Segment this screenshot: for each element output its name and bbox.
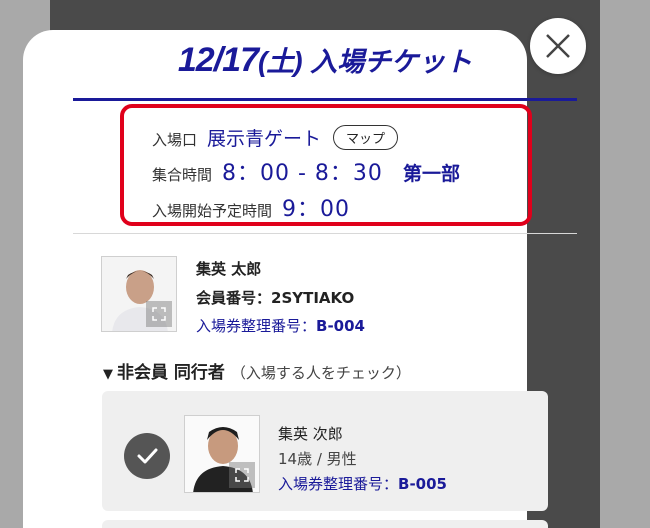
companion-ticket-label: 入場券整理番号： <box>278 475 399 493</box>
meet-time-row: 集合時間 8：00 - 8：30 第一部 <box>152 155 460 187</box>
companion-detail: 14歳 / 男性 <box>278 450 357 468</box>
date-weekday: (土) <box>257 46 303 77</box>
companion-name: 集英 次郎 <box>278 425 343 443</box>
collapse-triangle-icon: ▼ <box>103 367 113 382</box>
companion-detail-row: 14歳 / 男性 <box>278 448 357 469</box>
member-name-row: 集英 太郎 <box>196 258 261 279</box>
page-title: 12/17(土) 入場チケット <box>73 40 577 80</box>
member-number-row: 会員番号： 2SYTIAKO <box>196 287 354 308</box>
companion-item[interactable] <box>102 520 548 528</box>
companion-photo[interactable] <box>184 415 260 493</box>
companions-heading[interactable]: ▼ 非会員 同行者 （入場する人をチェック） <box>103 358 411 383</box>
member-ticket-number: B-004 <box>316 317 365 335</box>
companion-ticket-row: 入場券整理番号： B-005 <box>278 473 447 494</box>
expand-icon[interactable] <box>229 462 255 488</box>
member-number: 2SYTIAKO <box>271 289 355 307</box>
check-icon[interactable] <box>124 433 170 479</box>
start-time-row: 入場開始予定時間 9：00 <box>152 191 350 223</box>
start-time-value: 9：00 <box>282 197 351 222</box>
companion-ticket-number: B-005 <box>398 475 447 493</box>
expand-icon[interactable] <box>146 301 172 327</box>
companions-note: （入場する人をチェック） <box>230 364 411 382</box>
meet-time-value: 8：00 - 8：30 <box>222 161 383 186</box>
date-main: 12/17 <box>177 41 259 79</box>
title-divider <box>73 98 577 101</box>
gate-row: 入場口 展示青ゲート マップ <box>152 124 399 152</box>
companion-name-row: 集英 次郎 <box>278 423 343 444</box>
companions-title: 非会員 同行者 <box>117 363 225 383</box>
gate-value: 展示青ゲート <box>207 128 322 150</box>
member-name: 集英 太郎 <box>196 260 262 278</box>
gate-label: 入場口 <box>152 131 198 149</box>
title-suffix: 入場チケット <box>310 47 473 77</box>
meet-time-label: 集合時間 <box>152 166 213 184</box>
meet-part: 第一部 <box>402 163 460 185</box>
map-button[interactable]: マップ <box>333 125 399 150</box>
member-ticket-label: 入場券整理番号： <box>196 317 317 335</box>
divider <box>73 233 577 234</box>
start-time-label: 入場開始予定時間 <box>152 202 273 220</box>
member-number-label: 会員番号： <box>196 289 272 307</box>
member-photo[interactable] <box>101 256 177 332</box>
member-ticket-row: 入場券整理番号： B-004 <box>196 315 365 336</box>
